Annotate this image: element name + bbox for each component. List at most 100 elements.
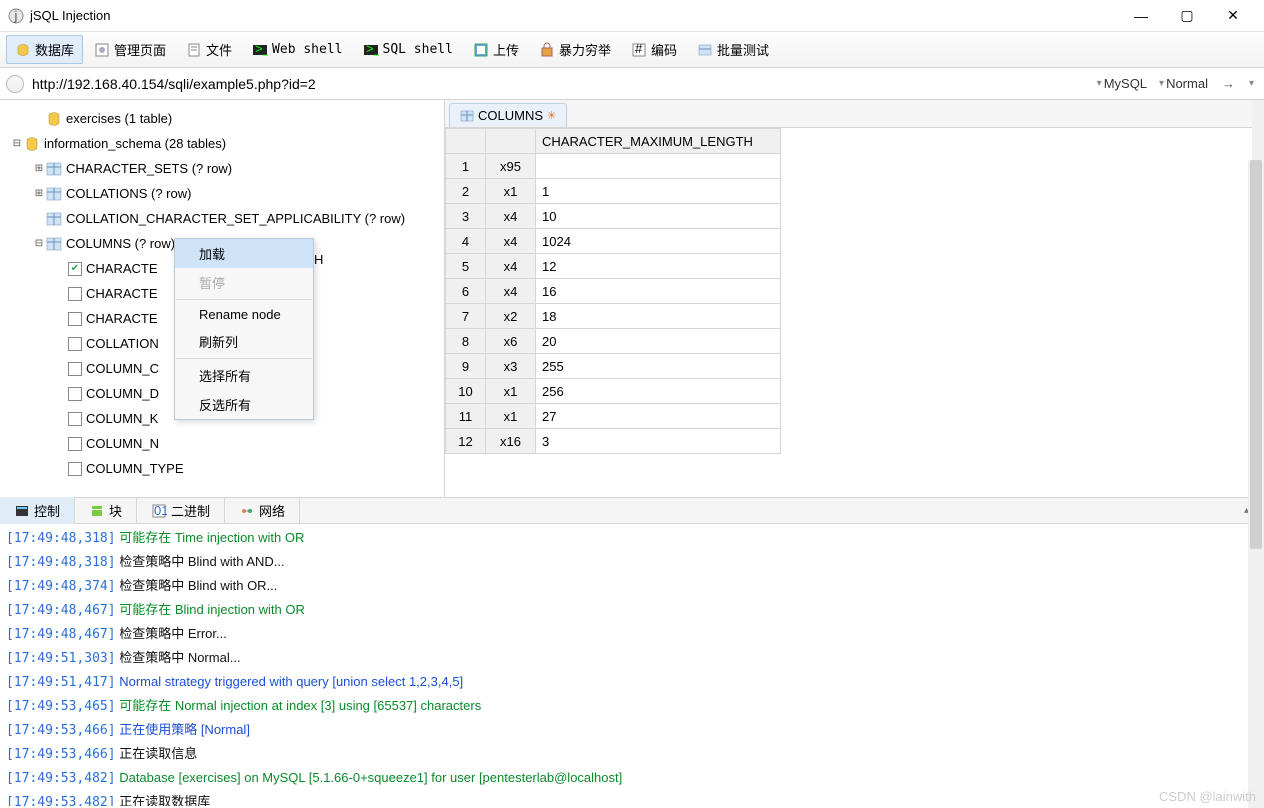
table-row[interactable]: 6x416 [446, 279, 781, 304]
log-line-10: [17:49:53,482] Database [exercises] on M… [6, 766, 1258, 790]
data-tab-columns[interactable]: COLUMNS ✳ [449, 103, 567, 127]
log-line-4: [17:49:48,467] 检查策略中 Error... [6, 622, 1258, 646]
tree-row-14[interactable]: COLUMN_TYPE [4, 456, 440, 481]
tree-label: exercises (1 table) [66, 111, 172, 126]
log-line-11: [17:49:53,482] 正在读取数据库 [6, 790, 1258, 806]
minimize-button[interactable]: — [1118, 0, 1164, 32]
checkbox-icon[interactable] [68, 287, 82, 301]
url-input[interactable] [28, 72, 1089, 96]
table-row[interactable]: 8x620 [446, 329, 781, 354]
table-row[interactable]: 10x1256 [446, 379, 781, 404]
cell-occur: x1 [486, 379, 536, 404]
table-row[interactable]: 5x412 [446, 254, 781, 279]
tree-row-0[interactable]: exercises (1 table) [4, 106, 440, 131]
menu-item-6[interactable]: 选择所有 [175, 361, 313, 390]
cell-value: 3 [536, 429, 781, 454]
toolbar-btn-2[interactable]: 文件 [177, 35, 241, 64]
tree-label: COLUMN_K [86, 411, 158, 426]
toolbar-icon-4: >_ [363, 42, 379, 58]
strategy-combo[interactable]: ▾ Normal [1155, 74, 1212, 93]
checkbox-icon[interactable] [68, 387, 82, 401]
table-row[interactable]: 7x218 [446, 304, 781, 329]
checkbox-icon[interactable] [68, 362, 82, 376]
log-panel[interactable]: [17:49:48,318] 可能存在 Time injection with … [0, 524, 1264, 806]
cell-occur: x4 [486, 204, 536, 229]
bottom-tab-1[interactable]: 块 [75, 497, 137, 524]
bottom-tab-icon-2: 01 [151, 503, 167, 519]
checkbox-icon[interactable] [68, 312, 82, 326]
tree-label: COLUMN_N [86, 436, 159, 451]
bottom-tab-0[interactable]: 控制 [0, 497, 75, 524]
tree-toggler[interactable]: ⊞ [32, 188, 46, 199]
row-number: 6 [446, 279, 486, 304]
database-icon [46, 111, 62, 127]
maximize-button[interactable]: ▢ [1164, 0, 1210, 32]
table-row[interactable]: 11x127 [446, 404, 781, 429]
toolbar-btn-3[interactable]: >_Web shell [243, 37, 351, 63]
svg-text:01: 01 [154, 503, 167, 518]
bottom-tab-3[interactable]: 网络 [225, 497, 300, 524]
toolbar-btn-8[interactable]: 批量测试 [688, 35, 778, 64]
menu-item-4[interactable]: 刷新列 [175, 327, 313, 356]
table-row[interactable]: 2x11 [446, 179, 781, 204]
bottom-tab-icon-3 [239, 503, 255, 519]
toolbar-btn-4[interactable]: >_SQL shell [354, 37, 462, 63]
cell-value: 256 [536, 379, 781, 404]
menu-item-7[interactable]: 反选所有 [175, 390, 313, 419]
data-grid[interactable]: CHARACTER_MAXIMUM_LENGTH1x952x113x4104x4… [445, 128, 1252, 497]
tree-toggler[interactable]: ⊞ [32, 163, 46, 174]
table-row[interactable]: 4x41024 [446, 229, 781, 254]
svg-text:>_: >_ [255, 42, 268, 56]
toolbar-icon-6 [539, 42, 555, 58]
checkbox-icon[interactable] [68, 337, 82, 351]
cell-value: 18 [536, 304, 781, 329]
tree-label: COLUMN_C [86, 361, 159, 376]
table-icon [46, 161, 62, 177]
checkbox-icon[interactable] [68, 437, 82, 451]
toolbar-btn-6[interactable]: 暴力穷举 [530, 35, 620, 64]
tree-row-1[interactable]: ⊟information_schema (28 tables) [4, 131, 440, 156]
bottom-tab-2[interactable]: 01二进制 [137, 497, 225, 524]
row-number: 9 [446, 354, 486, 379]
table-row[interactable]: 9x3255 [446, 354, 781, 379]
tree-toggler[interactable]: ⊟ [32, 238, 46, 249]
grid-col-occur[interactable] [486, 129, 536, 154]
checkbox-icon[interactable] [68, 262, 82, 276]
cell-value: 12 [536, 254, 781, 279]
toolbar-btn-0[interactable]: 数据库 [6, 35, 83, 64]
grid-corner [446, 129, 486, 154]
row-number: 3 [446, 204, 486, 229]
toolbar-btn-5[interactable]: 上传 [464, 35, 528, 64]
log-line-3: [17:49:48,467] 可能存在 Blind injection with… [6, 598, 1258, 622]
menu-item-3[interactable]: Rename node [175, 302, 313, 327]
table-row[interactable]: 1x95 [446, 154, 781, 179]
go-menu[interactable]: ▾ [1245, 76, 1258, 91]
checkbox-icon[interactable] [68, 412, 82, 426]
tree-row-2[interactable]: ⊞CHARACTER_SETS (? row) [4, 156, 440, 181]
table-icon [460, 109, 474, 123]
row-number: 1 [446, 154, 486, 179]
svg-text:>_: >_ [366, 42, 379, 56]
db-type-combo[interactable]: ▾ MySQL [1093, 74, 1151, 93]
checkbox-icon[interactable] [68, 462, 82, 476]
toolbar-btn-7[interactable]: #编码 [622, 35, 686, 64]
menu-separator [176, 299, 312, 300]
go-button[interactable]: → [1216, 76, 1241, 91]
grid-col-header[interactable]: CHARACTER_MAXIMUM_LENGTH [536, 129, 781, 154]
tree-row-3[interactable]: ⊞COLLATIONS (? row) [4, 181, 440, 206]
row-number: 11 [446, 404, 486, 429]
toolbar-icon-8 [697, 42, 713, 58]
menu-item-0[interactable]: 加载 [175, 239, 313, 268]
tree-row-4[interactable]: COLLATION_CHARACTER_SET_APPLICABILITY (?… [4, 206, 440, 231]
log-line-5: [17:49:51,303] 检查策略中 Normal... [6, 646, 1258, 670]
tree-toggler[interactable]: ⊟ [10, 138, 24, 149]
log-line-1: [17:49:48,318] 检查策略中 Blind with AND... [6, 550, 1258, 574]
close-button[interactable]: ✕ [1210, 0, 1256, 32]
close-tab-icon[interactable]: ✳ [547, 109, 556, 122]
table-row[interactable]: 12x163 [446, 429, 781, 454]
table-row[interactable]: 3x410 [446, 204, 781, 229]
log-line-2: [17:49:48,374] 检查策略中 Blind with OR... [6, 574, 1258, 598]
toolbar-btn-1[interactable]: 管理页面 [85, 35, 175, 64]
tree-row-13[interactable]: COLUMN_N [4, 431, 440, 456]
row-number: 5 [446, 254, 486, 279]
